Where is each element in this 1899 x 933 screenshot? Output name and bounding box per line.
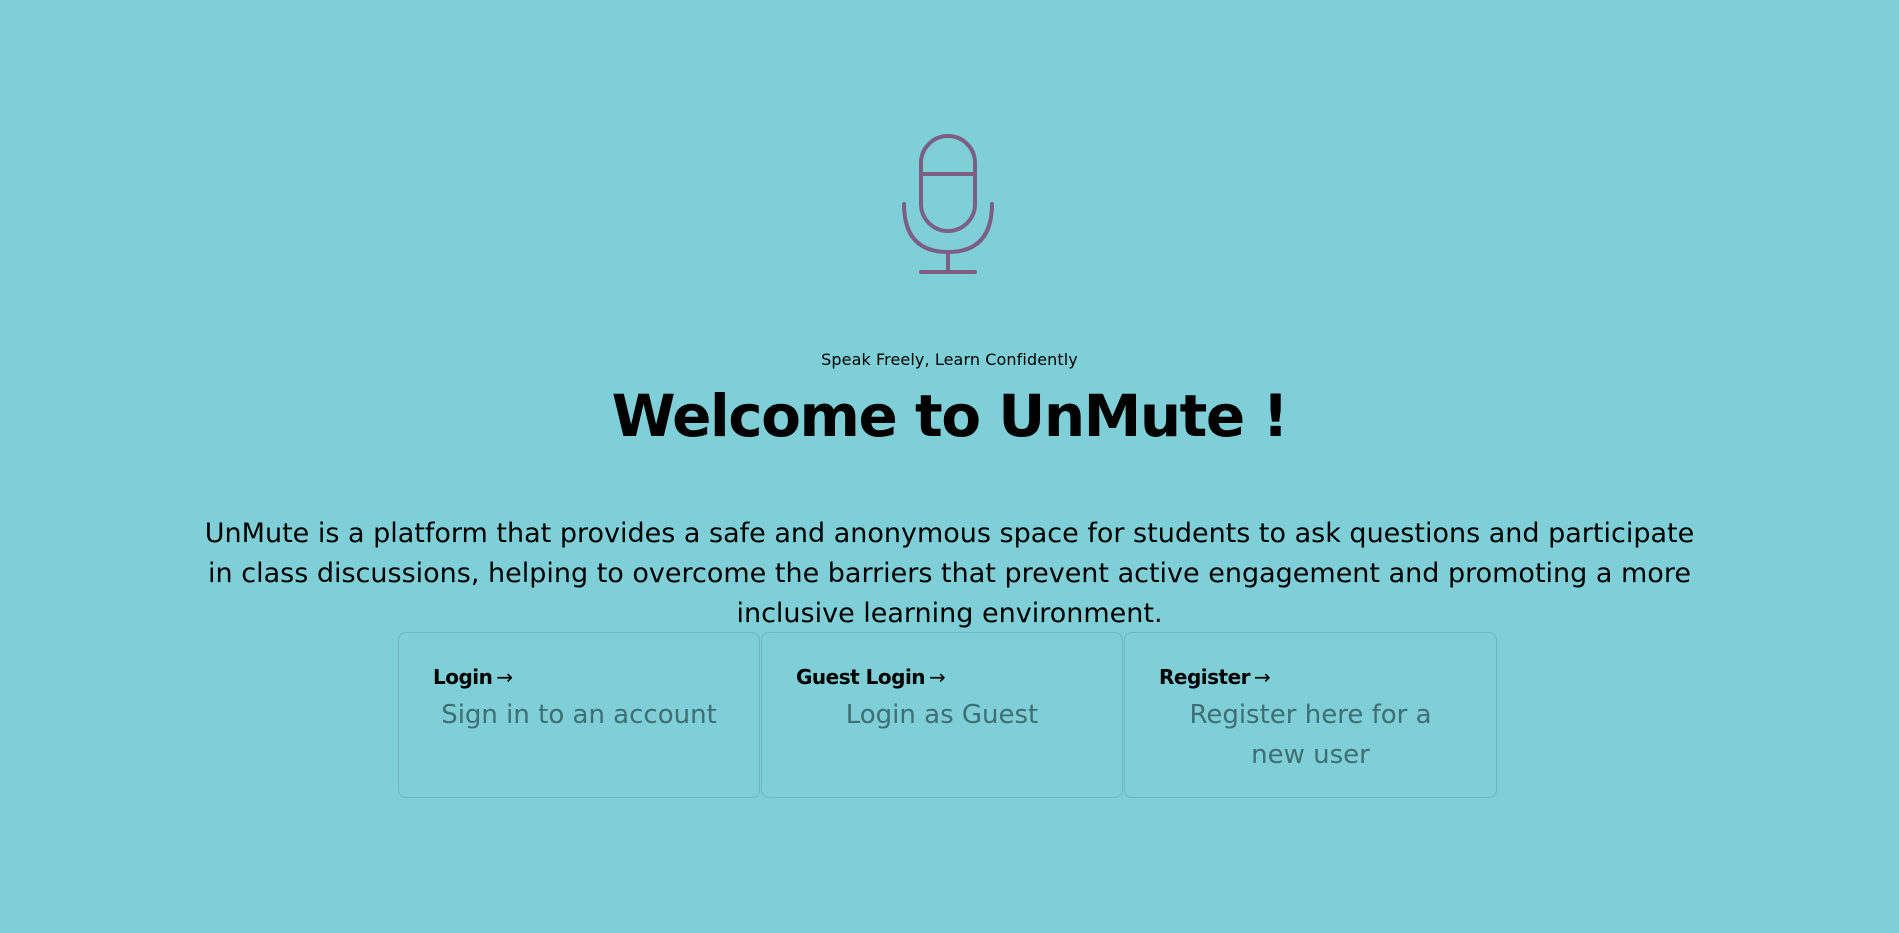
register-card-title: Register → — [1159, 665, 1476, 689]
tagline: Speak Freely, Learn Confidently — [821, 350, 1078, 369]
landing-page: Speak Freely, Learn Confidently Welcome … — [0, 0, 1899, 933]
arrow-right-icon: → — [496, 665, 513, 689]
login-card[interactable]: Login → Sign in to an account — [398, 632, 760, 798]
register-label: Register — [1159, 665, 1251, 689]
guest-login-card[interactable]: Guest Login → Login as Guest — [761, 632, 1123, 798]
arrow-right-icon: → — [929, 665, 946, 689]
guest-login-card-description: Login as Guest — [845, 700, 1039, 730]
register-card-description: Register here for a new user — [1189, 700, 1432, 770]
microphone-icon — [899, 134, 999, 276]
arrow-right-icon: → — [1254, 665, 1271, 689]
action-cards: Login → Sign in to an account Guest Logi… — [398, 632, 1497, 798]
register-card[interactable]: Register → Register here for a new user — [1124, 632, 1497, 798]
login-card-title: Login → — [433, 665, 739, 689]
login-label: Login — [433, 665, 493, 689]
page-title: Welcome to UnMute ! — [611, 382, 1289, 450]
guest-login-label: Guest Login — [796, 665, 926, 689]
login-card-description: Sign in to an account — [441, 700, 717, 730]
platform-description: UnMute is a platform that provides a saf… — [204, 518, 1695, 629]
guest-login-card-title: Guest Login → — [796, 665, 1102, 689]
